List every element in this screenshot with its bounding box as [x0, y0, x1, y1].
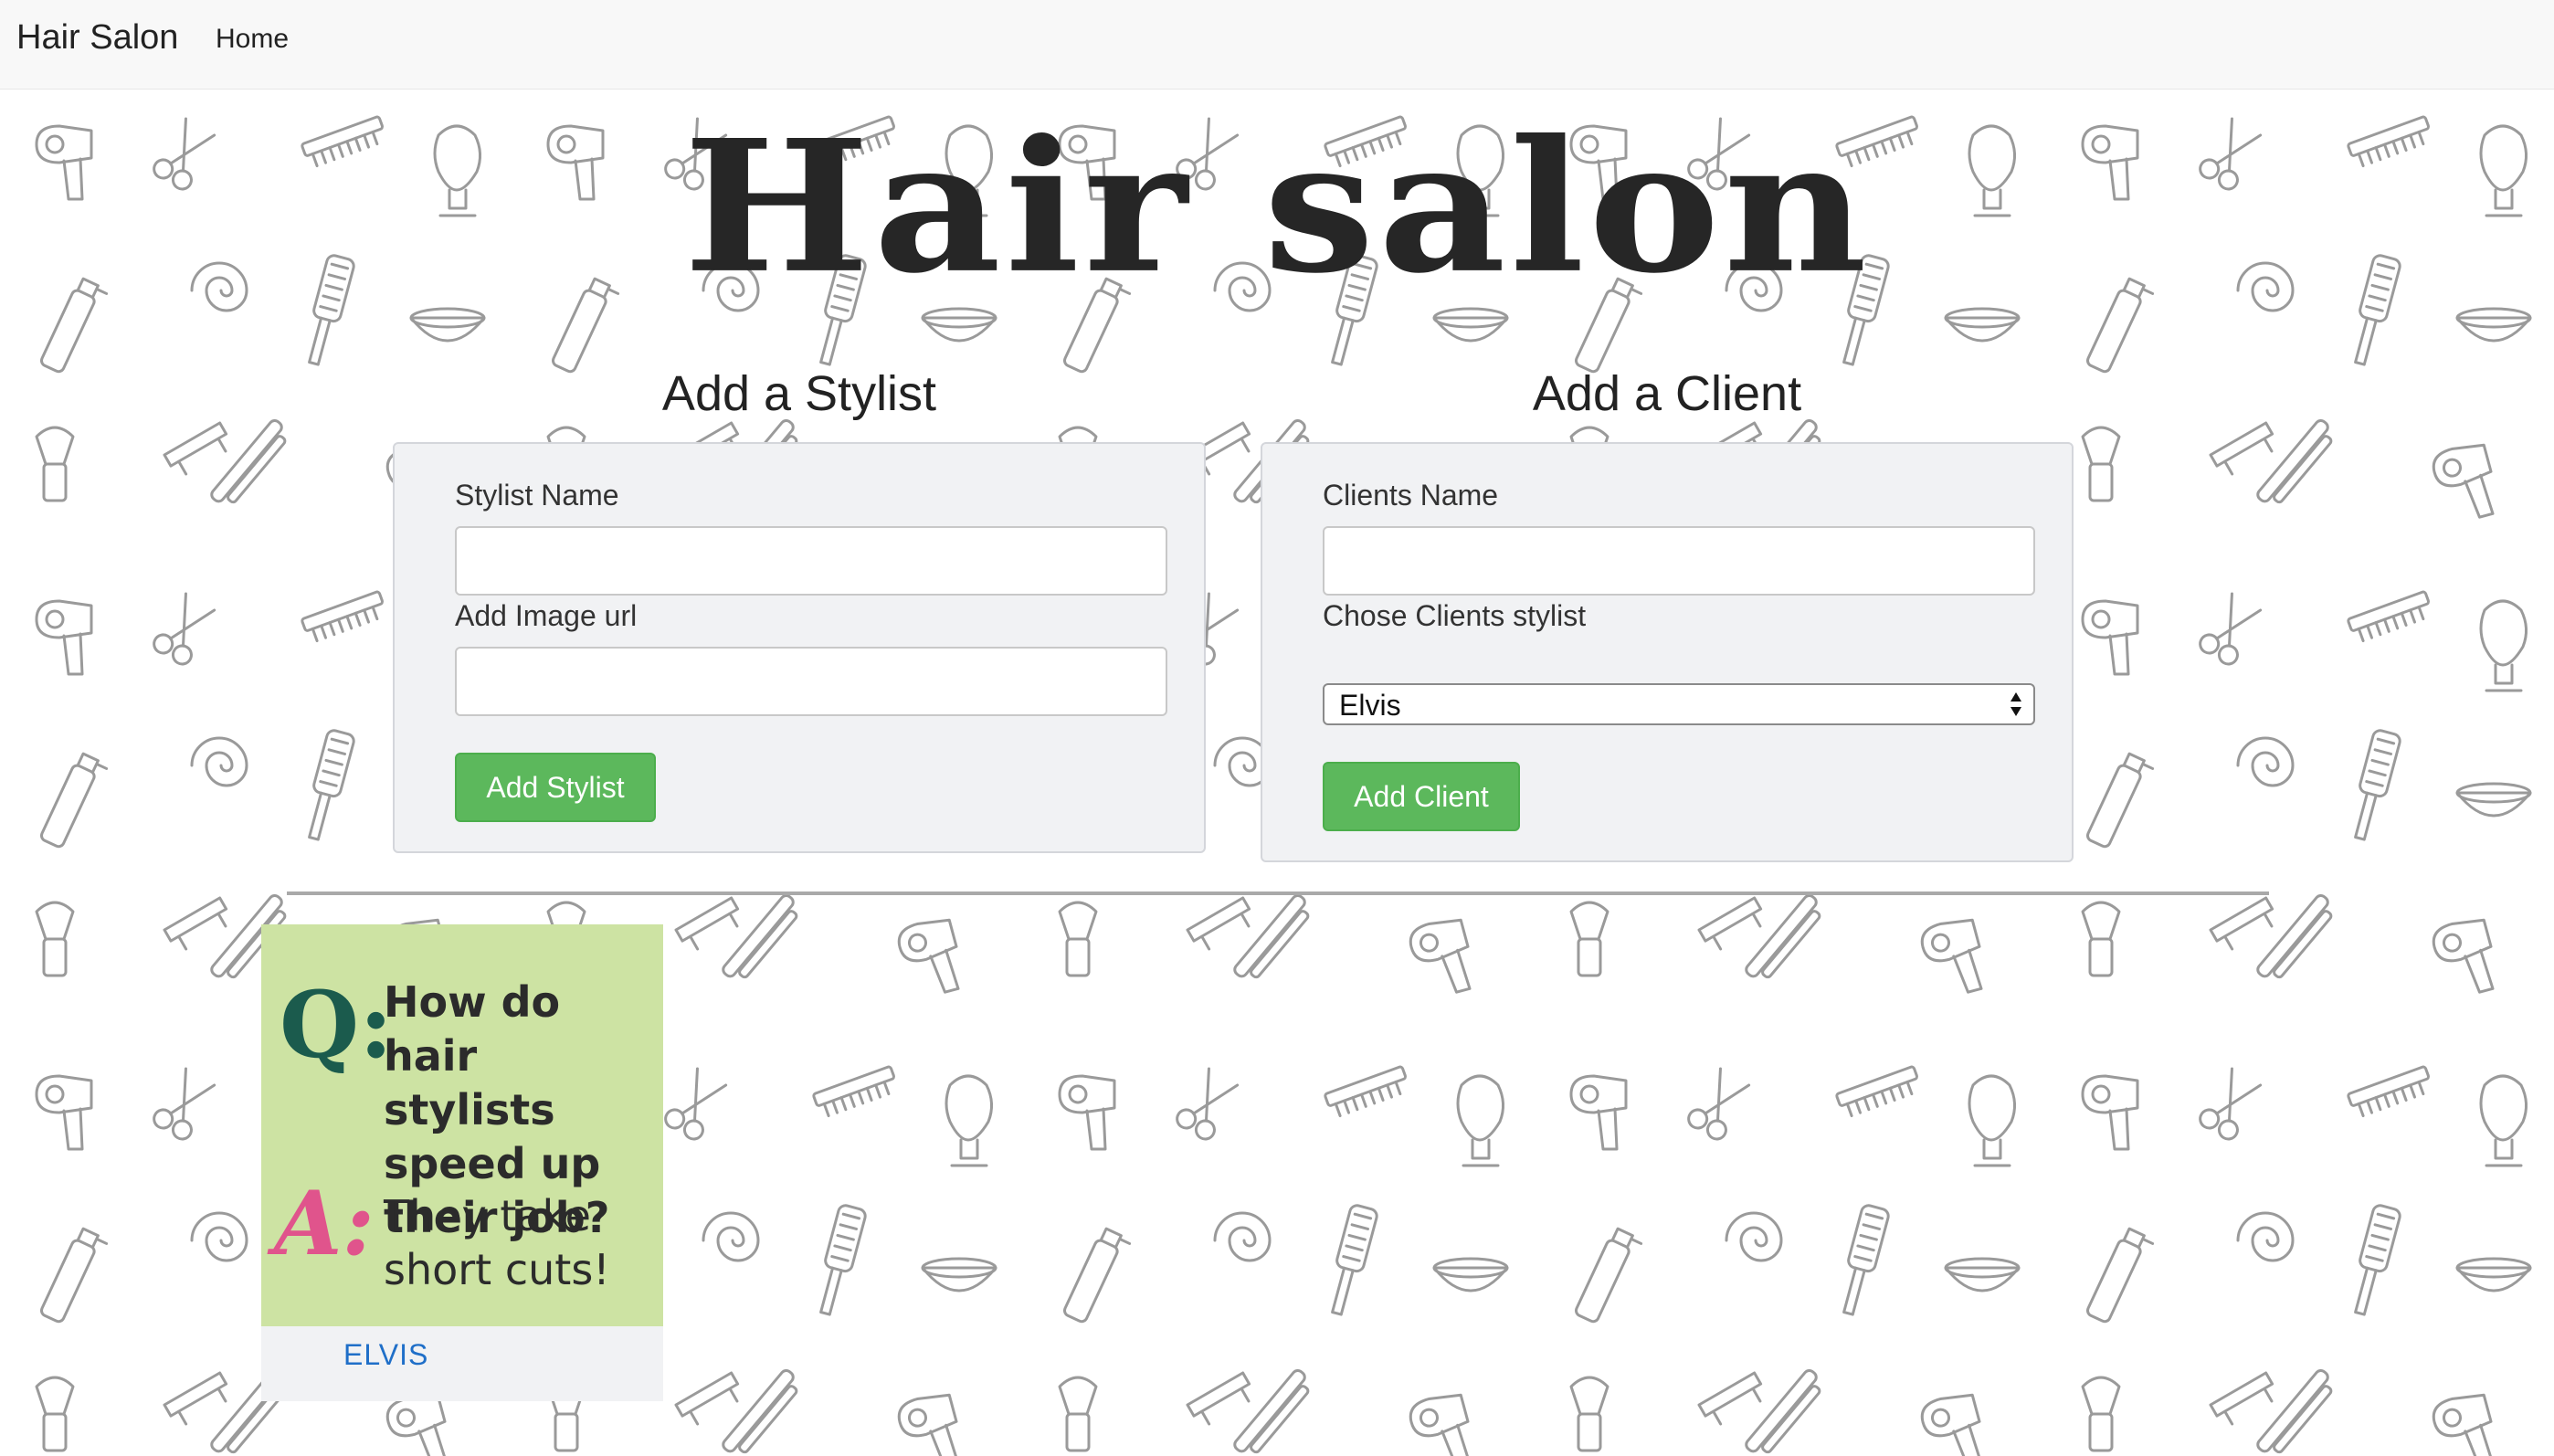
client-stylist-selected-value: Elvis [1339, 689, 1401, 722]
stylist-card-image[interactable]: Q: How do hair stylists speed up their j… [261, 924, 663, 1326]
client-name-label: Clients Name [1323, 479, 1499, 512]
client-name-input[interactable] [1323, 526, 2035, 596]
image-url-input[interactable] [455, 647, 1167, 716]
stylist-name-input[interactable] [455, 526, 1167, 596]
joke-answer-text: They take short cuts! [384, 1191, 610, 1294]
add-stylist-form: Stylist Name Add Image url Add Stylist [393, 442, 1206, 853]
add-stylist-button[interactable]: Add Stylist [455, 753, 656, 822]
question-mark-letter: Q: [280, 971, 394, 1079]
stylist-card[interactable]: Q: How do hair stylists speed up their j… [261, 924, 663, 1401]
client-stylist-select[interactable]: Elvis [1323, 683, 2035, 725]
nav-home-link[interactable]: Home [216, 26, 289, 53]
image-url-label: Add Image url [455, 599, 638, 632]
stylist-name-link[interactable]: ELVIS [343, 1340, 428, 1369]
navbar: Hair Salon Home [0, 0, 2554, 90]
page-title: Hair salon [683, 100, 1871, 313]
add-client-button[interactable]: Add Client [1323, 762, 1520, 831]
add-client-heading: Add a Client [1532, 366, 1802, 421]
answer-mark-letter: A: [274, 1172, 375, 1275]
client-stylist-label: Chose Clients stylist [1323, 599, 1587, 632]
select-arrows-icon [2010, 692, 2021, 716]
stylist-name-label: Stylist Name [455, 479, 619, 512]
section-divider [287, 892, 2269, 895]
navbar-brand[interactable]: Hair Salon [16, 20, 178, 55]
add-client-form: Clients Name Chose Clients stylist Elvis… [1261, 442, 2074, 862]
add-stylist-heading: Add a Stylist [661, 366, 937, 421]
